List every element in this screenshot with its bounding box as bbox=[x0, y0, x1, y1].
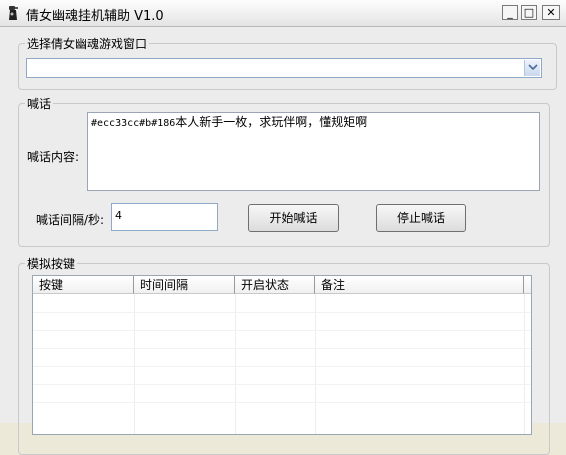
row-line bbox=[33, 348, 531, 349]
start-shout-button[interactable]: 开始喊话 bbox=[248, 204, 339, 232]
minimize-button[interactable]: _ bbox=[502, 5, 518, 20]
row-line bbox=[33, 312, 531, 313]
shout-interval-input[interactable]: 4 bbox=[111, 203, 218, 231]
game-window-select[interactable] bbox=[26, 58, 542, 78]
stop-shout-button[interactable]: 停止喊话 bbox=[376, 204, 466, 232]
shout-content-label: 喊话内容: bbox=[27, 150, 80, 164]
select-window-legend: 选择倩女幽魂游戏窗口 bbox=[27, 37, 148, 51]
column-header-filler bbox=[524, 276, 531, 294]
column-header-note[interactable]: 备注 bbox=[315, 276, 524, 294]
column-header-interval[interactable]: 时间间隔 bbox=[134, 276, 235, 294]
grid-line bbox=[524, 294, 525, 434]
column-header-key[interactable]: 按键 bbox=[33, 276, 134, 294]
row-line bbox=[33, 384, 531, 385]
app-icon bbox=[9, 6, 18, 20]
grid-line bbox=[315, 294, 316, 434]
key-list-header: 按键 时间间隔 开启状态 备注 bbox=[33, 276, 531, 294]
window-title: 倩女幽魂挂机辅助 V1.0 bbox=[26, 9, 164, 24]
maximize-button[interactable]: □ bbox=[521, 5, 537, 20]
shout-content-textarea[interactable]: #ecc33cc#b#186本人新手一枚，求玩伴啊，懂规矩啊 bbox=[87, 112, 540, 191]
close-button[interactable]: ✕ bbox=[542, 5, 560, 20]
shout-content-text: 本人新手一枚，求玩伴啊，懂规矩啊 bbox=[175, 115, 368, 129]
dropdown-button[interactable] bbox=[524, 60, 540, 76]
key-simulation-legend: 模拟按键 bbox=[27, 257, 76, 271]
key-list[interactable]: 按键 时间间隔 开启状态 备注 bbox=[32, 275, 532, 435]
shout-interval-label: 喊话间隔/秒: bbox=[36, 213, 105, 227]
row-line bbox=[33, 402, 531, 403]
column-header-status[interactable]: 开启状态 bbox=[235, 276, 315, 294]
shout-content-code: #ecc33cc#b#186 bbox=[91, 118, 176, 129]
chevron-down-icon bbox=[528, 64, 538, 71]
title-bar[interactable]: 倩女幽魂挂机辅助 V1.0 _ □ ✕ bbox=[0, 0, 566, 27]
grid-line bbox=[134, 294, 135, 434]
shout-legend: 喊话 bbox=[27, 97, 52, 111]
row-line bbox=[33, 366, 531, 367]
row-line bbox=[33, 330, 531, 331]
grid-line bbox=[235, 294, 236, 434]
